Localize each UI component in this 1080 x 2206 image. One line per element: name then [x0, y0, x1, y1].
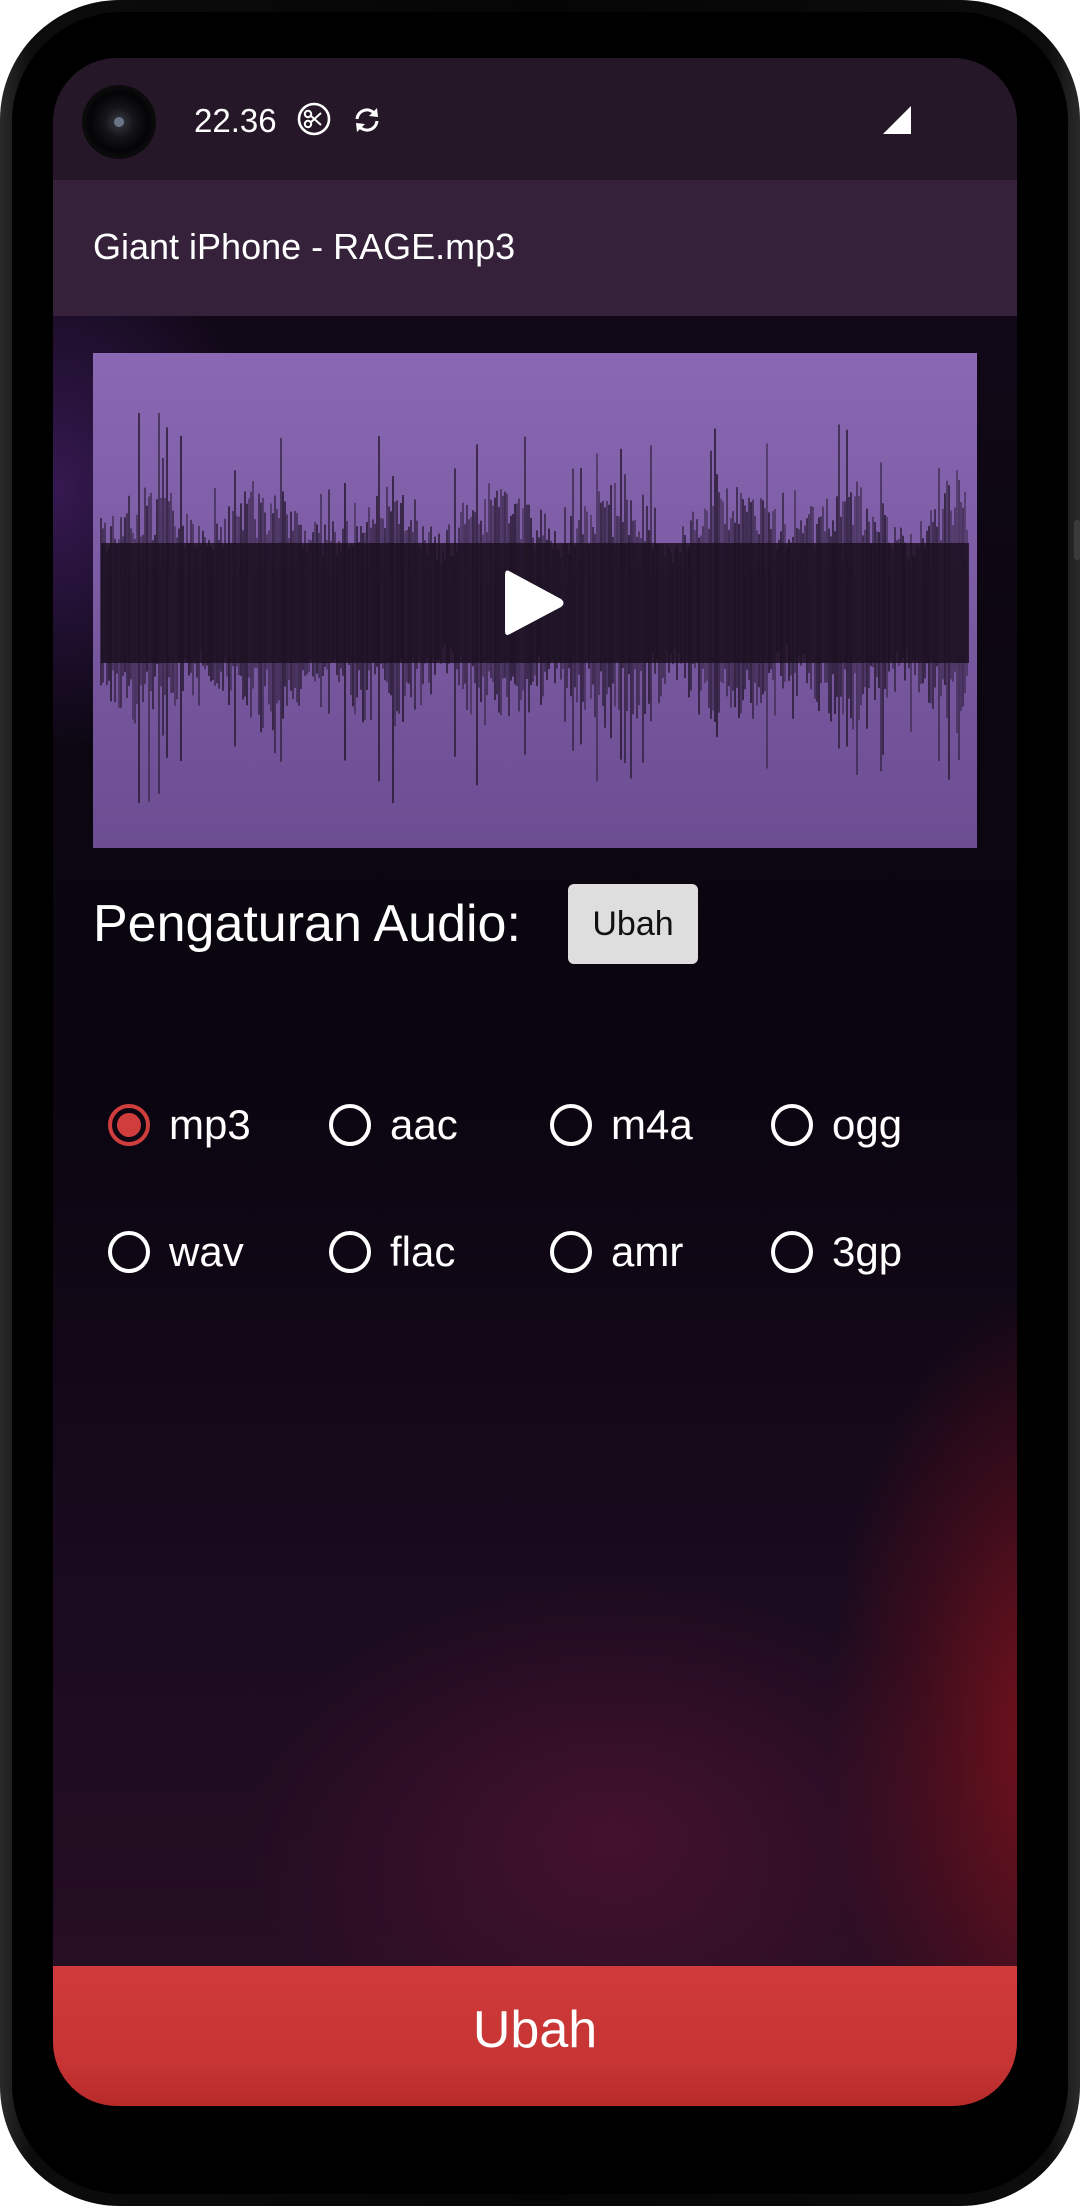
status-bar: 22.36: [53, 58, 1017, 180]
scissors-circle-icon: [297, 102, 331, 136]
format-label: ogg: [832, 1101, 903, 1148]
phone-side-button: [1074, 520, 1080, 560]
signal-icon: [883, 106, 911, 134]
radio-button[interactable]: [329, 1104, 371, 1146]
format-label: m4a: [611, 1101, 693, 1148]
format-option-aac[interactable]: aac: [314, 1080, 458, 1170]
format-option-amr[interactable]: amr: [535, 1207, 683, 1297]
format-option-3gp[interactable]: 3gp: [756, 1207, 902, 1297]
radio-button[interactable]: [550, 1231, 592, 1273]
format-option-flac[interactable]: flac: [314, 1207, 455, 1297]
front-camera: [85, 88, 153, 156]
radio-button-checked[interactable]: [108, 1104, 150, 1146]
radio-button[interactable]: [771, 1104, 813, 1146]
format-option-wav[interactable]: wav: [93, 1207, 244, 1297]
audio-settings-label: Pengaturan Audio:: [93, 895, 521, 953]
format-option-mp3[interactable]: mp3: [93, 1080, 251, 1170]
format-label: mp3: [169, 1101, 251, 1148]
radio-button[interactable]: [771, 1231, 813, 1273]
convert-button-label: Ubah: [472, 2001, 598, 2059]
radio-button[interactable]: [550, 1104, 592, 1146]
format-label: 3gp: [832, 1228, 903, 1275]
waveform-player[interactable]: [93, 353, 977, 848]
radio-button[interactable]: [108, 1231, 150, 1273]
format-row-2: wav flac amr 3gp: [93, 1207, 977, 1297]
format-option-m4a[interactable]: m4a: [535, 1080, 693, 1170]
convert-button[interactable]: Ubah: [53, 1966, 1017, 2106]
phone-frame: 22.36 Giant iPhone - RAGE.mp3 Pengaturan…: [0, 0, 1080, 2206]
change-settings-button[interactable]: Ubah: [568, 884, 698, 964]
play-icon[interactable]: [495, 563, 575, 643]
status-time: 22.36: [194, 102, 277, 139]
app-bar: Giant iPhone - RAGE.mp3: [53, 180, 1017, 316]
format-label: flac: [390, 1228, 456, 1275]
format-label: amr: [611, 1228, 684, 1275]
screen: 22.36 Giant iPhone - RAGE.mp3 Pengaturan…: [53, 58, 1017, 2106]
format-option-ogg[interactable]: ogg: [756, 1080, 902, 1170]
format-label: aac: [390, 1101, 458, 1148]
sync-icon: [355, 108, 379, 132]
file-title: Giant iPhone - RAGE.mp3: [93, 226, 516, 267]
radio-button[interactable]: [329, 1231, 371, 1273]
format-label: wav: [169, 1228, 244, 1275]
format-row-1: mp3 aac m4a ogg: [93, 1080, 977, 1170]
